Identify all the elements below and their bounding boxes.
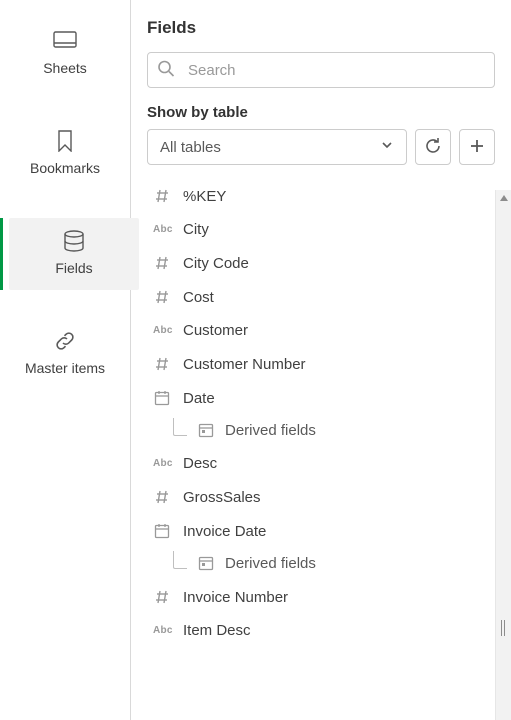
add-button[interactable] — [459, 129, 495, 165]
field-row[interactable]: Abc City — [147, 213, 495, 246]
field-label: Invoice Date — [183, 523, 266, 540]
field-row[interactable]: Abc Desc — [147, 447, 495, 480]
search-input[interactable] — [147, 52, 495, 88]
plus-icon — [469, 138, 485, 157]
nav-sheets[interactable]: Sheets — [0, 18, 130, 90]
field-label: GrossSales — [183, 489, 261, 506]
panel-title: Fields — [147, 18, 495, 38]
nav-fields-label: Fields — [55, 260, 92, 276]
field-label: Desc — [183, 455, 217, 472]
numeric-type-icon — [153, 254, 171, 272]
field-label: Customer — [183, 322, 248, 339]
tree-branch-icon — [173, 418, 187, 436]
numeric-type-icon — [153, 488, 171, 506]
scrollbar[interactable] — [495, 190, 511, 720]
field-row[interactable]: Date — [147, 381, 495, 415]
derived-label: Derived fields — [225, 555, 316, 572]
field-label: City Code — [183, 255, 249, 272]
sheet-icon — [52, 30, 78, 52]
field-row[interactable]: Customer Number — [147, 347, 495, 381]
derived-label: Derived fields — [225, 422, 316, 439]
nav-sheets-label: Sheets — [43, 60, 87, 76]
text-type-icon: Abc — [153, 458, 171, 469]
field-label: Customer Number — [183, 356, 306, 373]
derived-fields-row[interactable]: Derived fields — [147, 548, 495, 580]
text-type-icon: Abc — [153, 224, 171, 235]
date-type-icon — [153, 389, 171, 407]
field-label: Item Desc — [183, 622, 251, 639]
field-label: Date — [183, 390, 215, 407]
nav-fields[interactable]: Fields — [9, 218, 139, 290]
field-row[interactable]: Invoice Number — [147, 580, 495, 614]
showby-label: Show by table — [147, 104, 495, 121]
date-type-icon — [153, 522, 171, 540]
field-row[interactable]: %KEY — [147, 179, 495, 213]
field-label: Invoice Number — [183, 589, 288, 606]
numeric-type-icon — [153, 288, 171, 306]
nav-bookmarks[interactable]: Bookmarks — [0, 118, 130, 190]
nav-bookmarks-label: Bookmarks — [30, 160, 100, 176]
numeric-type-icon — [153, 588, 171, 606]
field-label: %KEY — [183, 188, 226, 205]
bookmark-icon — [52, 130, 78, 152]
text-type-icon: Abc — [153, 325, 171, 336]
field-row[interactable]: City Code — [147, 246, 495, 280]
tree-branch-icon — [173, 551, 187, 569]
fields-panel: Fields Show by table All tables — [131, 0, 511, 720]
nav-master-items-label: Master items — [25, 360, 105, 376]
field-row[interactable]: Abc Customer — [147, 314, 495, 347]
panel-resize-handle-icon[interactable] — [497, 620, 509, 636]
derived-fields-row[interactable]: Derived fields — [147, 415, 495, 447]
text-type-icon: Abc — [153, 625, 171, 636]
table-select[interactable]: All tables — [147, 129, 407, 165]
numeric-type-icon — [153, 355, 171, 373]
left-nav: Sheets Bookmarks Fields Master items — [0, 0, 131, 720]
field-list[interactable]: %KEY Abc City City Code Cost Abc Customer Custo… — [147, 179, 511, 720]
derived-icon — [197, 421, 215, 439]
link-icon — [52, 330, 78, 352]
numeric-type-icon — [153, 187, 171, 205]
chevron-down-icon — [380, 138, 394, 156]
field-row[interactable]: Cost — [147, 280, 495, 314]
field-label: City — [183, 221, 209, 238]
database-icon — [61, 230, 87, 252]
nav-master-items[interactable]: Master items — [0, 318, 130, 390]
field-row[interactable]: Invoice Date — [147, 514, 495, 548]
scroll-up-arrow-icon[interactable] — [496, 190, 511, 206]
field-row[interactable]: Abc Item Desc — [147, 614, 495, 647]
search-icon — [157, 60, 175, 81]
derived-icon — [197, 554, 215, 572]
refresh-button[interactable] — [415, 129, 451, 165]
field-label: Cost — [183, 289, 214, 306]
field-row[interactable]: GrossSales — [147, 480, 495, 514]
refresh-icon — [424, 137, 442, 158]
table-select-value: All tables — [160, 139, 221, 156]
